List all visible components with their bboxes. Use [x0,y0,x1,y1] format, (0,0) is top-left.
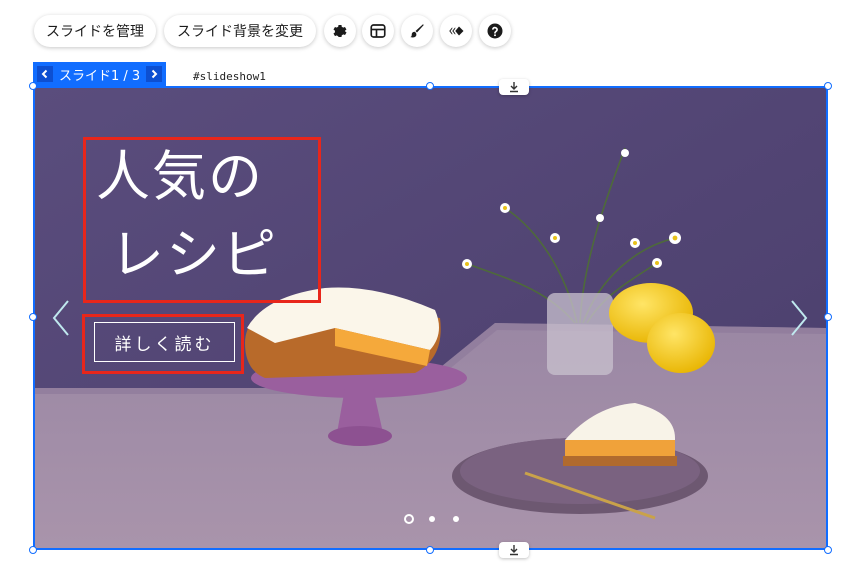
resize-handle-top-right[interactable] [824,82,832,90]
resize-handle-top-left[interactable] [29,82,37,90]
help-icon [487,23,503,39]
design-brush-icon [410,24,424,38]
slide-title[interactable]: 人気の レシピ [96,138,278,294]
resize-handle-top[interactable] [426,82,434,90]
download-arrow-icon [510,82,518,93]
animation-icon [449,26,464,36]
chevron-left-icon [41,69,48,79]
element-id-label: #slideshow1 [193,70,266,83]
read-more-button[interactable]: 詳しく読む [94,322,235,362]
slideshow-prev-arrow-icon[interactable] [50,298,72,338]
resize-handle-right[interactable] [824,313,832,321]
slide-title-line-2: レシピ [110,223,278,286]
resize-handle-left[interactable] [29,313,37,321]
resize-handle-bottom[interactable] [426,546,434,554]
slide-dot-2[interactable] [429,516,435,522]
stretch-bottom-button[interactable] [499,542,529,558]
change-slide-background-button[interactable]: スライド背景を変更 [164,15,316,47]
slide-title-line-1: 人気の [96,145,264,208]
gear-icon [333,25,347,37]
help-button[interactable] [479,15,511,47]
slide-dot-1-active[interactable] [404,514,414,524]
slide-counter-label: スライド1 / 3 [59,68,141,84]
layout-button[interactable] [362,15,394,47]
previous-slide-nav-button[interactable] [37,66,53,82]
slide-dot-3[interactable] [453,516,459,522]
resize-handle-bottom-left[interactable] [29,546,37,554]
download-arrow-icon [510,545,518,556]
slideshow-next-arrow-icon[interactable] [788,298,810,338]
next-slide-nav-button[interactable] [146,66,163,82]
stretch-top-button[interactable] [499,79,529,95]
resize-handle-bottom-right[interactable] [824,546,832,554]
design-button[interactable] [401,15,433,47]
slide-navigator: スライド1 / 3 [33,62,167,86]
manage-slides-button[interactable]: スライドを管理 [34,15,156,47]
animation-button[interactable] [440,15,472,47]
layout-icon [370,24,386,38]
chevron-right-icon [151,69,158,79]
settings-button[interactable] [324,15,356,47]
